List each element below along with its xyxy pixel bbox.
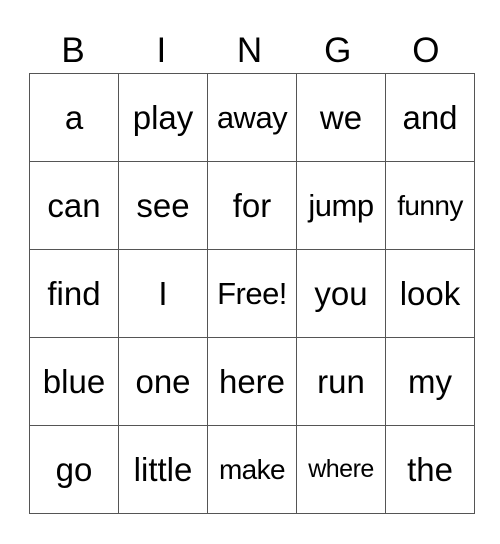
- grid-cell[interactable]: for: [207, 161, 297, 250]
- grid-cell[interactable]: my: [385, 337, 475, 426]
- grid-cell[interactable]: a: [29, 73, 119, 162]
- header-letter-g: G: [324, 31, 352, 70]
- grid-cell[interactable]: I: [118, 249, 208, 338]
- grid-cell[interactable]: funny: [385, 161, 475, 250]
- grid-cell[interactable]: run: [296, 337, 386, 426]
- grid-cell[interactable]: blue: [29, 337, 119, 426]
- grid-cell[interactable]: here: [207, 337, 297, 426]
- grid-cell[interactable]: find: [29, 249, 119, 338]
- header-letter-i: I: [156, 31, 167, 70]
- grid-cell[interactable]: you: [296, 249, 386, 338]
- grid-cell[interactable]: play: [118, 73, 208, 162]
- grid-row: a play away we and: [29, 73, 475, 162]
- grid-cell[interactable]: one: [118, 337, 208, 426]
- grid-cell[interactable]: can: [29, 161, 119, 250]
- bingo-card-grid: a play away we and can see for jump funn…: [29, 73, 475, 514]
- header-letter-o: O: [412, 31, 440, 70]
- grid-cell[interactable]: where: [296, 425, 386, 514]
- grid-cell[interactable]: we: [296, 73, 386, 162]
- grid-row: go little make where the: [29, 425, 475, 514]
- grid-cell[interactable]: jump: [296, 161, 386, 250]
- grid-row: can see for jump funny: [29, 161, 475, 250]
- grid-cell[interactable]: make: [207, 425, 297, 514]
- header-letter-b: B: [61, 31, 85, 70]
- grid-row: blue one here run my: [29, 337, 475, 426]
- grid-cell[interactable]: the: [385, 425, 475, 514]
- grid-row: find I Free! you look: [29, 249, 475, 338]
- free-space-cell[interactable]: Free!: [207, 249, 297, 338]
- bingo-header: B I N G O: [29, 30, 470, 72]
- header-letter-n: N: [236, 31, 263, 70]
- grid-cell[interactable]: go: [29, 425, 119, 514]
- grid-cell[interactable]: see: [118, 161, 208, 250]
- grid-cell[interactable]: look: [385, 249, 475, 338]
- grid-cell[interactable]: and: [385, 73, 475, 162]
- grid-cell[interactable]: away: [207, 73, 297, 162]
- grid-cell[interactable]: little: [118, 425, 208, 514]
